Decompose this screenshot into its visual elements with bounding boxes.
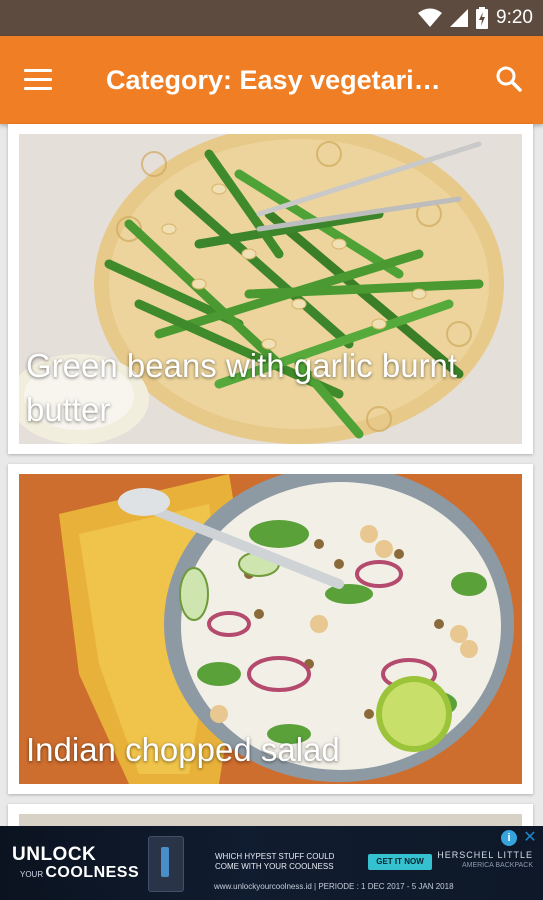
ad-cta-button[interactable]: GET IT NOW [368, 854, 432, 870]
ad-headline-line1: WHICH HYPEST STUFF COULD [215, 852, 335, 861]
wifi-icon [418, 8, 443, 27]
page-title: Category: Easy vegetari… [106, 65, 441, 95]
app-bar: Category: Easy vegetari… [0, 36, 543, 124]
search-icon [496, 66, 522, 92]
status-icons: 9:20 [418, 0, 533, 36]
ad-close-icon[interactable]: ✕ [521, 829, 539, 847]
ad-brand: HERSCHEL LITTLE [437, 850, 533, 860]
cell-signal-icon [450, 9, 469, 27]
battery-icon [476, 7, 489, 29]
recipe-card[interactable]: Green beans with garlic burnt butter [8, 124, 533, 454]
recipe-title: Indian chopped salad [26, 731, 340, 768]
ad-product-image [148, 836, 184, 892]
search-button[interactable] [487, 58, 531, 102]
ad-brand-sub: AMERICA BACKPACK [461, 862, 533, 869]
ad-banner[interactable]: UNLOCK YOUR COOLNESS WHICH HYPEST STUFF … [0, 826, 543, 900]
ad-logo-prefix: YOUR [20, 870, 44, 879]
recipe-title: Green beans with garlic burnt butter [26, 347, 458, 428]
status-bar: 9:20 [0, 0, 543, 36]
ad-logo-line1: UNLOCK [12, 844, 97, 865]
ad-info-icon[interactable]: i [501, 830, 517, 846]
ad-headline: WHICH HYPEST STUFF COULD COME WITH YOUR … [215, 852, 334, 872]
menu-button[interactable] [14, 58, 62, 102]
ad-headline-line2: COME WITH YOUR COOLNESS [215, 862, 334, 871]
ad-logo-line2: YOUR COOLNESS [20, 864, 139, 882]
ad-footer: www.unlockyourcoolness.id | PERIODE : 1 … [214, 882, 454, 891]
ad-logo-word: COOLNESS [45, 864, 140, 881]
recipe-card[interactable]: Indian chopped salad [8, 464, 533, 794]
clock: 9:20 [496, 7, 533, 28]
